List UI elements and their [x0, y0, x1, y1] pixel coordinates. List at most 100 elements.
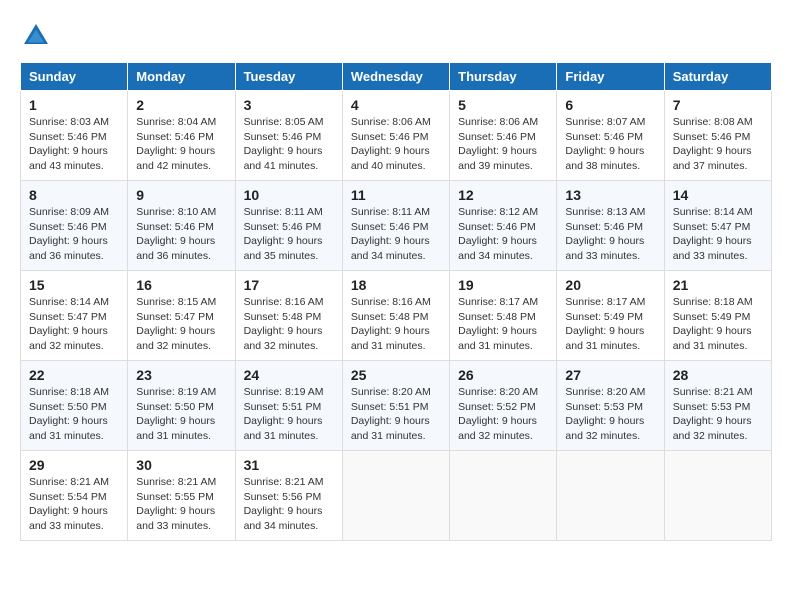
logo-icon	[20, 20, 52, 52]
day-cell: 24 Sunrise: 8:19 AM Sunset: 5:51 PM Dayl…	[235, 361, 342, 451]
day-cell: 23 Sunrise: 8:19 AM Sunset: 5:50 PM Dayl…	[128, 361, 235, 451]
daylight: Daylight: 9 hours and 38 minutes.	[565, 145, 644, 172]
day-info: Sunrise: 8:16 AM Sunset: 5:48 PM Dayligh…	[351, 295, 441, 354]
sunrise: Sunrise: 8:21 AM	[673, 386, 753, 398]
day-cell: 2 Sunrise: 8:04 AM Sunset: 5:46 PM Dayli…	[128, 91, 235, 181]
day-number: 23	[136, 367, 226, 383]
day-info: Sunrise: 8:16 AM Sunset: 5:48 PM Dayligh…	[244, 295, 334, 354]
sunrise: Sunrise: 8:06 AM	[351, 116, 431, 128]
daylight: Daylight: 9 hours and 32 minutes.	[136, 325, 215, 352]
day-number: 24	[244, 367, 334, 383]
day-cell: 7 Sunrise: 8:08 AM Sunset: 5:46 PM Dayli…	[664, 91, 771, 181]
daylight: Daylight: 9 hours and 37 minutes.	[673, 145, 752, 172]
day-info: Sunrise: 8:07 AM Sunset: 5:46 PM Dayligh…	[565, 115, 655, 174]
weekday-wednesday: Wednesday	[342, 63, 449, 91]
day-cell: 4 Sunrise: 8:06 AM Sunset: 5:46 PM Dayli…	[342, 91, 449, 181]
day-number: 13	[565, 187, 655, 203]
sunset: Sunset: 5:50 PM	[136, 401, 214, 413]
sunrise: Sunrise: 8:11 AM	[244, 206, 323, 218]
sunrise: Sunrise: 8:03 AM	[29, 116, 109, 128]
day-cell: 9 Sunrise: 8:10 AM Sunset: 5:46 PM Dayli…	[128, 181, 235, 271]
day-info: Sunrise: 8:05 AM Sunset: 5:46 PM Dayligh…	[244, 115, 334, 174]
daylight: Daylight: 9 hours and 33 minutes.	[565, 235, 644, 262]
day-info: Sunrise: 8:17 AM Sunset: 5:49 PM Dayligh…	[565, 295, 655, 354]
day-number: 15	[29, 277, 119, 293]
day-number: 21	[673, 277, 763, 293]
day-info: Sunrise: 8:20 AM Sunset: 5:53 PM Dayligh…	[565, 385, 655, 444]
day-info: Sunrise: 8:11 AM Sunset: 5:46 PM Dayligh…	[351, 205, 441, 264]
day-cell: 3 Sunrise: 8:05 AM Sunset: 5:46 PM Dayli…	[235, 91, 342, 181]
day-info: Sunrise: 8:21 AM Sunset: 5:54 PM Dayligh…	[29, 475, 119, 534]
daylight: Daylight: 9 hours and 41 minutes.	[244, 145, 323, 172]
sunset: Sunset: 5:49 PM	[565, 311, 643, 323]
day-number: 26	[458, 367, 548, 383]
day-cell: 11 Sunrise: 8:11 AM Sunset: 5:46 PM Dayl…	[342, 181, 449, 271]
day-number: 27	[565, 367, 655, 383]
daylight: Daylight: 9 hours and 43 minutes.	[29, 145, 108, 172]
sunrise: Sunrise: 8:05 AM	[244, 116, 324, 128]
day-cell: 22 Sunrise: 8:18 AM Sunset: 5:50 PM Dayl…	[21, 361, 128, 451]
sunrise: Sunrise: 8:21 AM	[136, 476, 216, 488]
sunrise: Sunrise: 8:13 AM	[565, 206, 645, 218]
day-number: 31	[244, 457, 334, 473]
day-cell: 26 Sunrise: 8:20 AM Sunset: 5:52 PM Dayl…	[450, 361, 557, 451]
day-cell: 29 Sunrise: 8:21 AM Sunset: 5:54 PM Dayl…	[21, 451, 128, 541]
daylight: Daylight: 9 hours and 32 minutes.	[29, 325, 108, 352]
day-number: 12	[458, 187, 548, 203]
day-info: Sunrise: 8:04 AM Sunset: 5:46 PM Dayligh…	[136, 115, 226, 174]
day-info: Sunrise: 8:18 AM Sunset: 5:50 PM Dayligh…	[29, 385, 119, 444]
sunset: Sunset: 5:56 PM	[244, 491, 322, 503]
sunset: Sunset: 5:48 PM	[458, 311, 536, 323]
day-info: Sunrise: 8:19 AM Sunset: 5:50 PM Dayligh…	[136, 385, 226, 444]
daylight: Daylight: 9 hours and 32 minutes.	[565, 415, 644, 442]
day-cell	[557, 451, 664, 541]
sunset: Sunset: 5:47 PM	[136, 311, 214, 323]
day-number: 25	[351, 367, 441, 383]
daylight: Daylight: 9 hours and 31 minutes.	[673, 325, 752, 352]
sunset: Sunset: 5:46 PM	[458, 221, 536, 233]
weekday-thursday: Thursday	[450, 63, 557, 91]
day-number: 8	[29, 187, 119, 203]
sunset: Sunset: 5:51 PM	[351, 401, 429, 413]
weekday-header-row: SundayMondayTuesdayWednesdayThursdayFrid…	[21, 63, 772, 91]
sunset: Sunset: 5:46 PM	[29, 221, 107, 233]
weekday-sunday: Sunday	[21, 63, 128, 91]
logo	[20, 20, 56, 52]
day-info: Sunrise: 8:09 AM Sunset: 5:46 PM Dayligh…	[29, 205, 119, 264]
day-cell: 15 Sunrise: 8:14 AM Sunset: 5:47 PM Dayl…	[21, 271, 128, 361]
calendar-body: 1 Sunrise: 8:03 AM Sunset: 5:46 PM Dayli…	[21, 91, 772, 541]
day-cell: 17 Sunrise: 8:16 AM Sunset: 5:48 PM Dayl…	[235, 271, 342, 361]
day-number: 6	[565, 97, 655, 113]
daylight: Daylight: 9 hours and 39 minutes.	[458, 145, 537, 172]
day-cell: 27 Sunrise: 8:20 AM Sunset: 5:53 PM Dayl…	[557, 361, 664, 451]
sunrise: Sunrise: 8:19 AM	[244, 386, 324, 398]
sunset: Sunset: 5:47 PM	[29, 311, 107, 323]
sunset: Sunset: 5:48 PM	[244, 311, 322, 323]
day-info: Sunrise: 8:06 AM Sunset: 5:46 PM Dayligh…	[458, 115, 548, 174]
day-number: 22	[29, 367, 119, 383]
daylight: Daylight: 9 hours and 34 minutes.	[351, 235, 430, 262]
sunrise: Sunrise: 8:14 AM	[29, 296, 109, 308]
week-row-4: 22 Sunrise: 8:18 AM Sunset: 5:50 PM Dayl…	[21, 361, 772, 451]
sunrise: Sunrise: 8:06 AM	[458, 116, 538, 128]
sunrise: Sunrise: 8:18 AM	[673, 296, 753, 308]
day-info: Sunrise: 8:13 AM Sunset: 5:46 PM Dayligh…	[565, 205, 655, 264]
day-number: 5	[458, 97, 548, 113]
day-cell: 5 Sunrise: 8:06 AM Sunset: 5:46 PM Dayli…	[450, 91, 557, 181]
daylight: Daylight: 9 hours and 32 minutes.	[244, 325, 323, 352]
day-number: 1	[29, 97, 119, 113]
week-row-5: 29 Sunrise: 8:21 AM Sunset: 5:54 PM Dayl…	[21, 451, 772, 541]
calendar: SundayMondayTuesdayWednesdayThursdayFrid…	[20, 62, 772, 541]
sunrise: Sunrise: 8:11 AM	[351, 206, 430, 218]
day-number: 29	[29, 457, 119, 473]
day-number: 11	[351, 187, 441, 203]
day-cell: 1 Sunrise: 8:03 AM Sunset: 5:46 PM Dayli…	[21, 91, 128, 181]
day-number: 19	[458, 277, 548, 293]
sunrise: Sunrise: 8:08 AM	[673, 116, 753, 128]
day-number: 7	[673, 97, 763, 113]
sunset: Sunset: 5:53 PM	[565, 401, 643, 413]
sunset: Sunset: 5:46 PM	[29, 131, 107, 143]
day-info: Sunrise: 8:14 AM Sunset: 5:47 PM Dayligh…	[29, 295, 119, 354]
sunrise: Sunrise: 8:04 AM	[136, 116, 216, 128]
day-cell: 20 Sunrise: 8:17 AM Sunset: 5:49 PM Dayl…	[557, 271, 664, 361]
